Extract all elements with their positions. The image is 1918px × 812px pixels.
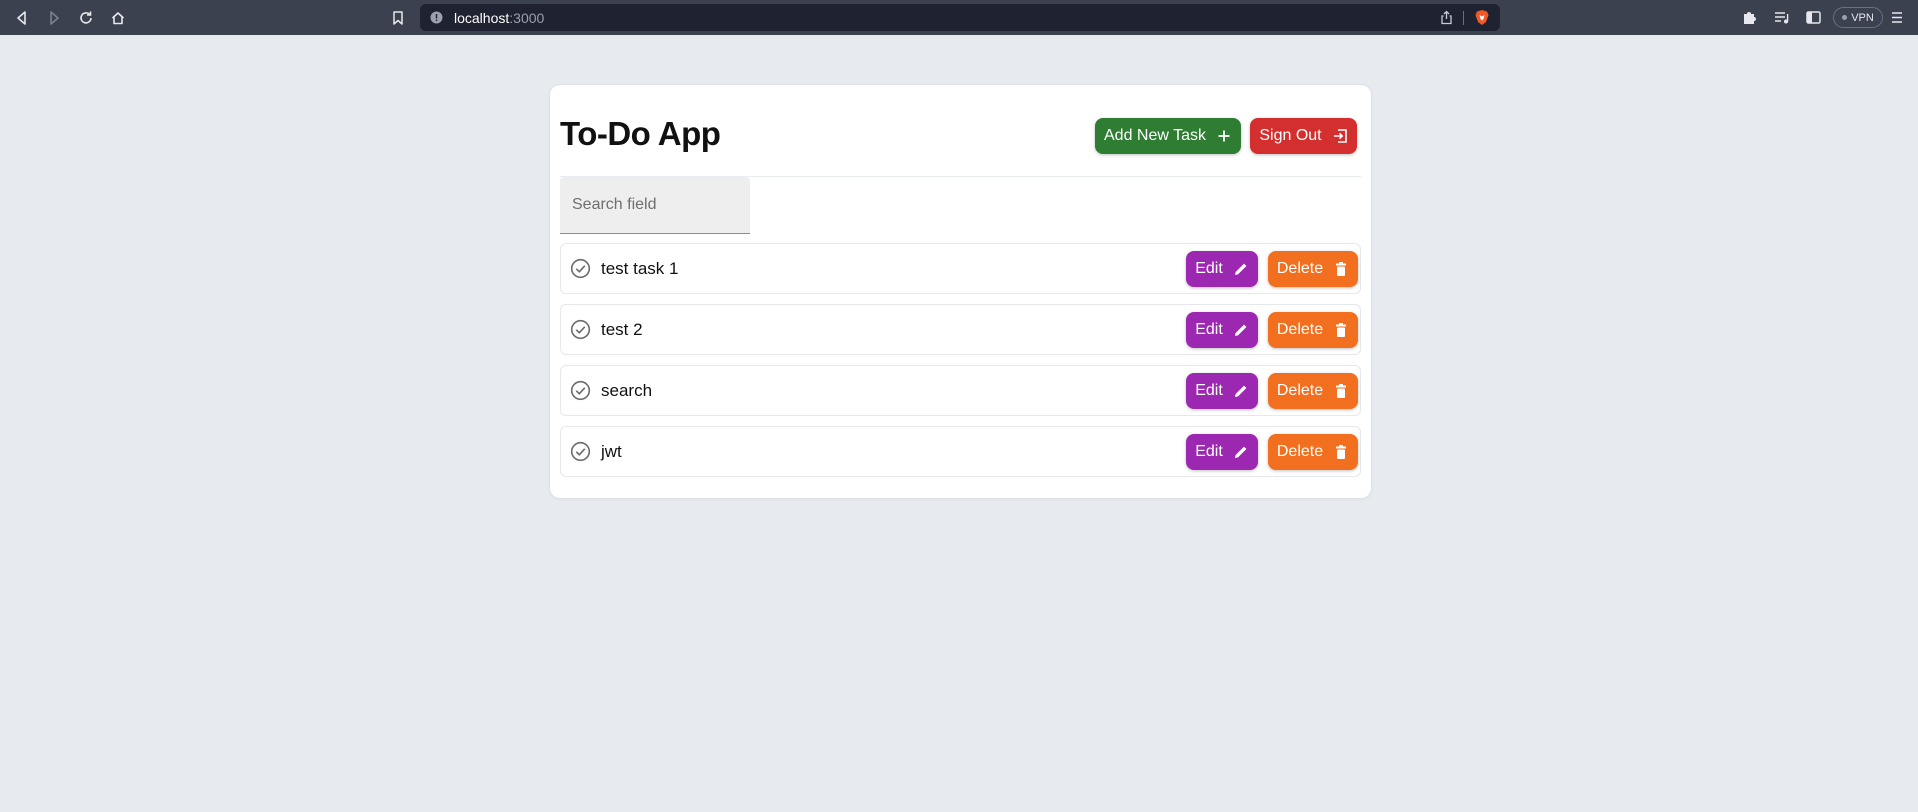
task-row: jwt Edit Delete — [560, 426, 1361, 477]
vpn-button[interactable]: VPN — [1833, 7, 1883, 28]
sidebar-icon[interactable] — [1805, 9, 1822, 26]
edit-button[interactable]: Edit — [1186, 251, 1258, 287]
trash-icon — [1336, 384, 1347, 398]
browser-toolbar: localhost:3000 VPN — [0, 0, 1918, 35]
trash-icon — [1336, 262, 1347, 276]
brave-shields-icon[interactable] — [1474, 9, 1490, 26]
check-circle-icon[interactable] — [570, 380, 591, 401]
sign-out-button[interactable]: Sign Out — [1250, 118, 1357, 154]
sign-out-label: Sign Out — [1259, 127, 1322, 144]
edit-label: Edit — [1195, 260, 1223, 277]
task-text: search — [601, 381, 653, 400]
todo-card: To-Do App Add New Task Sign Out test tas… — [550, 85, 1371, 498]
vpn-status-dot — [1842, 15, 1848, 20]
playlist-icon[interactable] — [1773, 9, 1790, 26]
delete-button[interactable]: Delete — [1268, 434, 1358, 470]
edit-label: Edit — [1195, 382, 1223, 399]
delete-label: Delete — [1276, 321, 1324, 338]
task-text: test 2 — [601, 320, 643, 339]
hamburger-menu-icon[interactable] — [1890, 9, 1904, 26]
pencil-icon — [1234, 324, 1247, 336]
plus-icon — [1218, 130, 1230, 142]
task-text: test task 1 — [601, 259, 679, 278]
delete-button[interactable]: Delete — [1268, 312, 1358, 348]
task-row: test task 1 Edit Delete — [560, 243, 1361, 294]
edit-label: Edit — [1195, 443, 1223, 460]
address-bar[interactable]: localhost:3000 — [420, 4, 1500, 31]
share-icon[interactable] — [1439, 10, 1454, 25]
edit-label: Edit — [1195, 321, 1223, 338]
forward-icon[interactable] — [42, 6, 66, 30]
pencil-icon — [1234, 446, 1247, 458]
site-info-icon[interactable] — [430, 11, 443, 24]
trash-icon — [1336, 323, 1347, 337]
home-icon[interactable] — [106, 6, 130, 30]
url-text: localhost:3000 — [454, 10, 545, 26]
task-text: jwt — [601, 442, 622, 461]
add-task-button[interactable]: Add New Task — [1095, 118, 1241, 154]
reload-icon[interactable] — [74, 6, 98, 30]
page-title: To-Do App — [560, 115, 721, 152]
back-icon[interactable] — [10, 6, 34, 30]
divider — [1463, 11, 1464, 25]
vpn-label: VPN — [1851, 11, 1874, 24]
delete-label: Delete — [1276, 382, 1324, 399]
search-input[interactable] — [560, 177, 750, 234]
edit-button[interactable]: Edit — [1186, 373, 1258, 409]
add-task-label: Add New Task — [1104, 127, 1206, 144]
trash-icon — [1336, 445, 1347, 459]
edit-button[interactable]: Edit — [1186, 312, 1258, 348]
pencil-icon — [1234, 263, 1247, 275]
delete-button[interactable]: Delete — [1268, 373, 1358, 409]
delete-button[interactable]: Delete — [1268, 251, 1358, 287]
task-row: search Edit Delete — [560, 365, 1361, 416]
extensions-icon[interactable] — [1741, 9, 1758, 26]
pencil-icon — [1234, 385, 1247, 397]
check-circle-icon[interactable] — [570, 319, 591, 340]
task-row: test 2 Edit Delete — [560, 304, 1361, 355]
delete-label: Delete — [1276, 260, 1324, 277]
delete-label: Delete — [1276, 443, 1324, 460]
check-circle-icon[interactable] — [570, 441, 591, 462]
check-circle-icon[interactable] — [570, 258, 591, 279]
edit-button[interactable]: Edit — [1186, 434, 1258, 470]
bookmark-icon[interactable] — [386, 6, 410, 30]
logout-icon — [1333, 129, 1347, 143]
